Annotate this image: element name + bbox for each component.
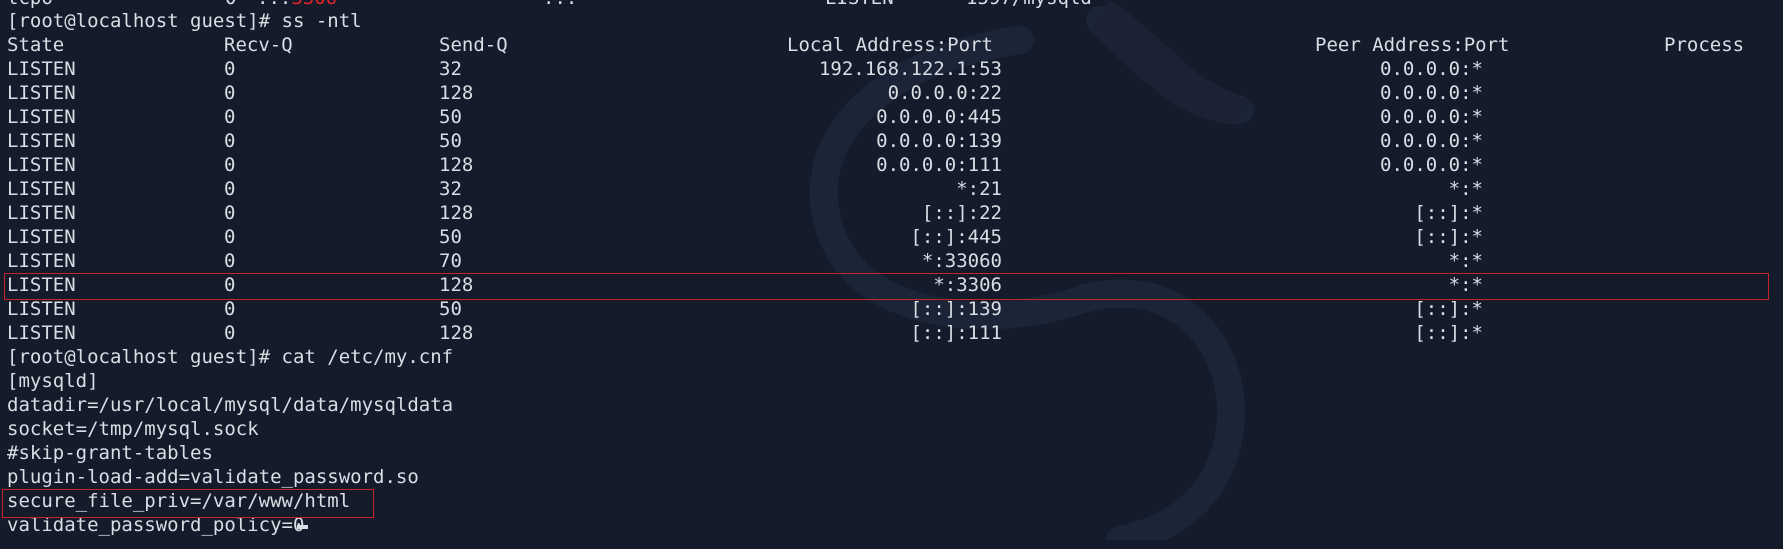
ss-row: LISTEN 0 128 [::]:22 [::]:* <box>7 201 1777 225</box>
local-address-cell: *:33060 <box>921 250 1002 272</box>
header-peer-address: Peer Address:Port <box>1315 34 1510 56</box>
local-address-cell: 192.168.122.1:53 <box>818 58 1002 80</box>
recv-q-cell: 0 <box>224 106 236 128</box>
ss-row: LISTEN 0 128 0.0.0.0:111 0.0.0.0:* <box>7 153 1777 177</box>
ss-row: LISTEN 0 50 0.0.0.0:445 0.0.0.0:* <box>7 105 1777 129</box>
state-cell: LISTEN <box>7 154 76 176</box>
send-q-cell: 50 <box>439 106 462 128</box>
header-local-address: Local Address:Port <box>787 34 993 56</box>
ss-row: LISTEN 0 32 *:21 *:* <box>7 177 1777 201</box>
send-q-cell: 50 <box>439 226 462 248</box>
recv-q-cell: 0 <box>224 298 236 320</box>
send-q-cell: 32 <box>439 58 462 80</box>
recv-q-cell: 0 <box>224 82 236 104</box>
highlight-secure-file-priv <box>2 489 374 518</box>
cursor-line <box>7 525 1777 549</box>
local-address-cell: *:21 <box>956 178 1002 200</box>
state-cell: LISTEN <box>7 130 76 152</box>
state-cell: LISTEN <box>7 178 76 200</box>
config-line: plugin-load-add=validate_password.so <box>7 466 419 488</box>
send-q-cell: 128 <box>439 154 474 176</box>
peer-address-cell: 0.0.0.0:* <box>1380 154 1483 176</box>
config-line: socket=/tmp/mysql.sock <box>7 418 259 440</box>
peer-address-cell: *:* <box>1448 250 1483 272</box>
local-address-cell: [::]:139 <box>910 298 1002 320</box>
send-q-cell: 50 <box>439 298 462 320</box>
state-cell: LISTEN <box>7 58 76 80</box>
send-q-cell: 50 <box>439 130 462 152</box>
peer-address-cell: *:* <box>1448 178 1483 200</box>
terminal-cursor <box>297 525 308 529</box>
header-process: Process <box>1664 34 1745 56</box>
state-cell: LISTEN <box>7 106 76 128</box>
config-line: [mysqld] <box>7 370 99 392</box>
terminal-window[interactable]: tcp6 0 :::3306 :::* LISTEN 1597/mysqld [… <box>0 0 1783 540</box>
state-cell: LISTEN <box>7 82 76 104</box>
peer-address-cell: 0.0.0.0:* <box>1380 82 1483 104</box>
local-address-cell: [::]:22 <box>921 202 1002 224</box>
config-line: #skip-grant-tables <box>7 442 213 464</box>
local-address-cell: 0.0.0.0:22 <box>887 82 1002 104</box>
config-line: datadir=/usr/local/mysql/data/mysqldata <box>7 394 454 416</box>
state-cell: LISTEN <box>7 322 76 344</box>
recv-q-cell: 0 <box>224 202 236 224</box>
recv-q-cell: 0 <box>224 58 236 80</box>
local-address-cell: 0.0.0.0:445 <box>876 106 1002 128</box>
highlight-mysql-port-row <box>4 273 1769 300</box>
ss-row: LISTEN 0 128 0.0.0.0:22 0.0.0.0:* <box>7 81 1777 105</box>
recv-q-cell: 0 <box>224 130 236 152</box>
recv-q-cell: 0 <box>224 178 236 200</box>
local-address-cell: 0.0.0.0:139 <box>876 130 1002 152</box>
local-address-cell: [::]:111 <box>910 322 1002 344</box>
ss-row: LISTEN 0 50 0.0.0.0:139 0.0.0.0:* <box>7 129 1777 153</box>
state-cell: LISTEN <box>7 250 76 272</box>
send-q-cell: 70 <box>439 250 462 272</box>
ss-row: LISTEN 0 70 *:33060 *:* <box>7 249 1777 273</box>
send-q-cell: 32 <box>439 178 462 200</box>
peer-address-cell: 0.0.0.0:* <box>1380 58 1483 80</box>
ss-row: LISTEN 0 128 [::]:111 [::]:* <box>7 321 1777 345</box>
state-cell: LISTEN <box>7 202 76 224</box>
ss-row: LISTEN 0 32 192.168.122.1:53 0.0.0.0:* <box>7 57 1777 81</box>
send-q-cell: 128 <box>439 202 474 224</box>
prompt-line: [root@localhost guest]# cat /etc/my.cnf <box>7 346 454 368</box>
local-address-cell: [::]:445 <box>910 226 1002 248</box>
send-q-cell: 128 <box>439 322 474 344</box>
prompt-line: [root@localhost guest]# ss -ntl <box>7 10 362 32</box>
local-address-cell: 0.0.0.0:111 <box>876 154 1002 176</box>
peer-address-cell: 0.0.0.0:* <box>1380 106 1483 128</box>
recv-q-cell: 0 <box>224 226 236 248</box>
header-send-q: Send-Q <box>439 34 508 56</box>
ss-row: LISTEN 0 50 [::]:139 [::]:* <box>7 297 1777 321</box>
peer-address-cell: [::]:* <box>1414 202 1483 224</box>
peer-address-cell: [::]:* <box>1414 322 1483 344</box>
send-q-cell: 128 <box>439 82 474 104</box>
peer-address-cell: [::]:* <box>1414 226 1483 248</box>
header-state: State <box>7 34 65 56</box>
header-recv-q: Recv-Q <box>224 34 293 56</box>
peer-address-cell: 0.0.0.0:* <box>1380 130 1483 152</box>
ss-header-row: State Recv-Q Send-Q Local Address:Port P… <box>7 33 1777 57</box>
recv-q-cell: 0 <box>224 154 236 176</box>
state-cell: LISTEN <box>7 298 76 320</box>
ss-row: LISTEN 0 50 [::]:445 [::]:* <box>7 225 1777 249</box>
peer-address-cell: [::]:* <box>1414 298 1483 320</box>
state-cell: LISTEN <box>7 226 76 248</box>
recv-q-cell: 0 <box>224 250 236 272</box>
recv-q-cell: 0 <box>224 322 236 344</box>
